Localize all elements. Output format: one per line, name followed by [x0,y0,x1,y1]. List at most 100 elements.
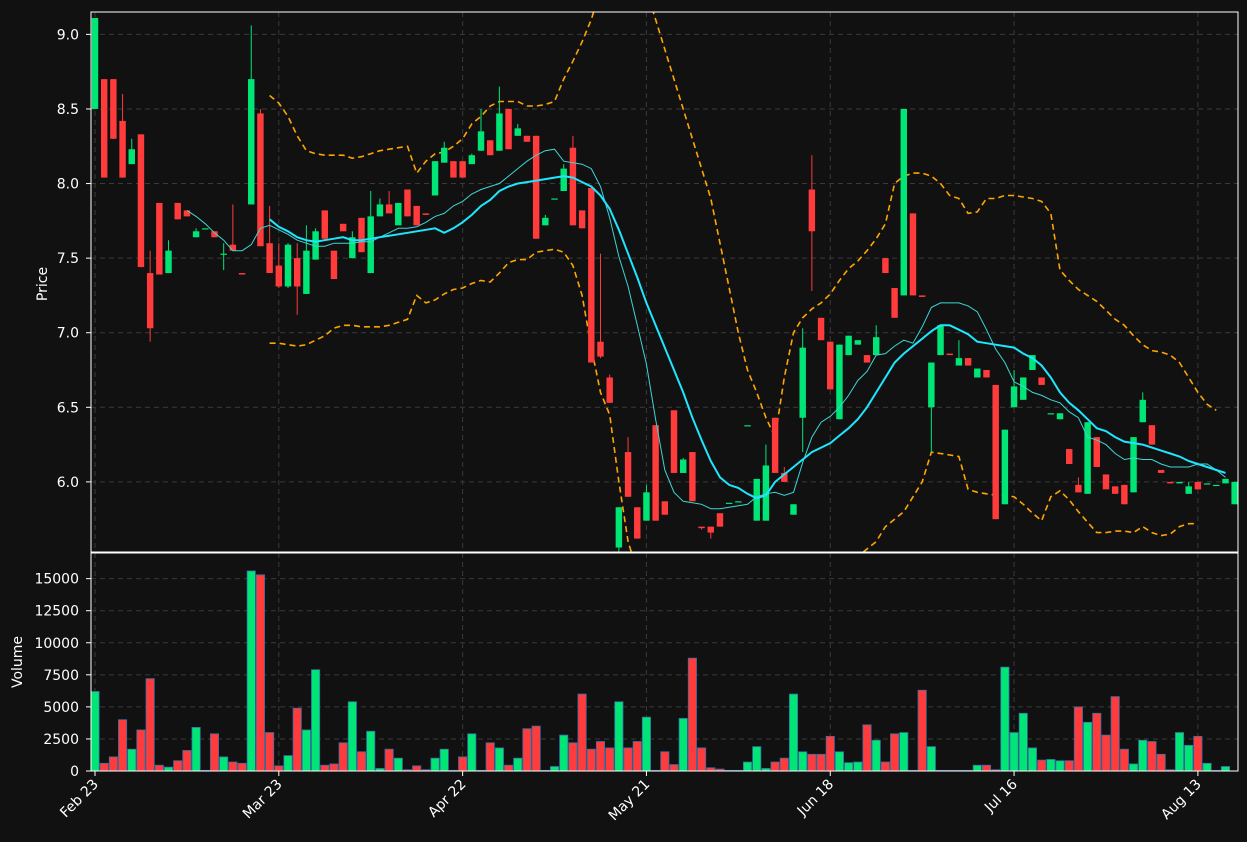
volume-bar [577,693,587,771]
volume-bar [329,763,339,771]
volume-bar [1119,748,1129,771]
price-axis-label: Price [35,267,51,301]
volume-bar [1156,753,1166,771]
candle-body [1001,429,1009,505]
volume-bar [568,742,578,771]
candle-body [918,295,926,297]
volume-bar [687,657,697,771]
volume-bar [265,732,275,771]
volume-bar [1073,706,1083,771]
volume-bar [99,762,109,771]
candle-body [845,335,852,356]
volume-tick-label: 15000 [34,572,79,588]
volume-bar [439,748,449,771]
volume-bar [292,707,302,771]
price-tick-label: 6.5 [57,400,79,416]
candle-body [799,347,806,418]
volume-bar [494,747,504,771]
volume-bar [393,757,403,771]
volume-bar [118,719,128,771]
candle-body [1047,413,1055,415]
candle-body [110,79,117,139]
volume-bar [880,761,890,771]
candle-body [560,168,567,192]
candle-body [992,384,999,520]
candle-body [882,258,889,274]
candle-body [670,410,678,473]
volume-bar [522,728,532,771]
volume-bar [1202,762,1212,771]
candle-body [257,113,264,247]
volume-bar [458,756,468,771]
volume-bar [338,742,348,771]
volume-bar [549,766,560,771]
volume-bar [136,729,146,771]
candle-body [643,492,650,521]
candle-body [597,341,604,357]
candle-body [1222,478,1229,484]
volume-bar [1000,666,1010,771]
candle-body [119,120,126,178]
volume-bar [678,718,688,771]
candle-body [900,108,907,296]
volume-tick-label: 5000 [43,700,79,716]
volume-bar [844,762,854,771]
candle-body [468,155,476,165]
volume-bar [127,748,137,771]
volume-bar [1046,759,1056,771]
price-tick-label: 7.0 [57,326,79,342]
candle-body [413,205,420,226]
candle-body [202,228,209,230]
price-tick-label: 7.5 [57,251,79,267]
candle-body [156,202,163,275]
candle-body [1213,484,1220,487]
volume-bar [559,734,569,771]
volume-bar [669,764,679,771]
candle-body [661,501,669,515]
volume-bar [632,741,642,771]
candle-body [679,459,687,473]
candle-body [863,355,871,363]
volume-bar [366,730,376,771]
volume-bar [191,727,201,771]
candle-body [1185,486,1192,494]
candle-body [303,250,310,294]
price-tick-label: 6.0 [57,475,79,491]
candle-body [339,223,347,232]
volume-bar [1184,744,1194,771]
volume-bar [467,733,477,771]
volume-bar [1138,739,1148,771]
volume-bar [641,716,651,771]
volume-bar [752,746,762,771]
candle-body [937,325,944,356]
candle-body [928,362,935,408]
volume-bar [1220,766,1230,771]
candle-body [578,210,586,229]
volume-bar [531,725,541,771]
volume-bar [108,756,118,771]
volume-bar [154,764,164,771]
volume-bar [384,748,394,771]
candle-body [808,189,816,232]
volume-bar [173,760,183,771]
volume-bar [1083,721,1093,771]
candle-body [854,340,862,345]
volume-bar [1110,696,1120,771]
candle-body [606,377,613,403]
volume-bar [311,669,321,771]
candle-body [735,501,742,503]
volume-bar [209,733,220,771]
volume-bar [1092,712,1102,771]
candle-body [569,147,577,226]
volume-bar [779,757,789,771]
volume-bar [1027,747,1037,771]
candle-body [128,149,135,165]
volume-bar [1174,732,1185,771]
volume-bar [430,757,440,771]
volume-bar [1129,763,1139,771]
candle-body [551,198,558,200]
candle-body [477,131,485,151]
volume-bar [228,761,238,771]
candle-body [615,507,623,548]
candle-body [450,161,457,178]
